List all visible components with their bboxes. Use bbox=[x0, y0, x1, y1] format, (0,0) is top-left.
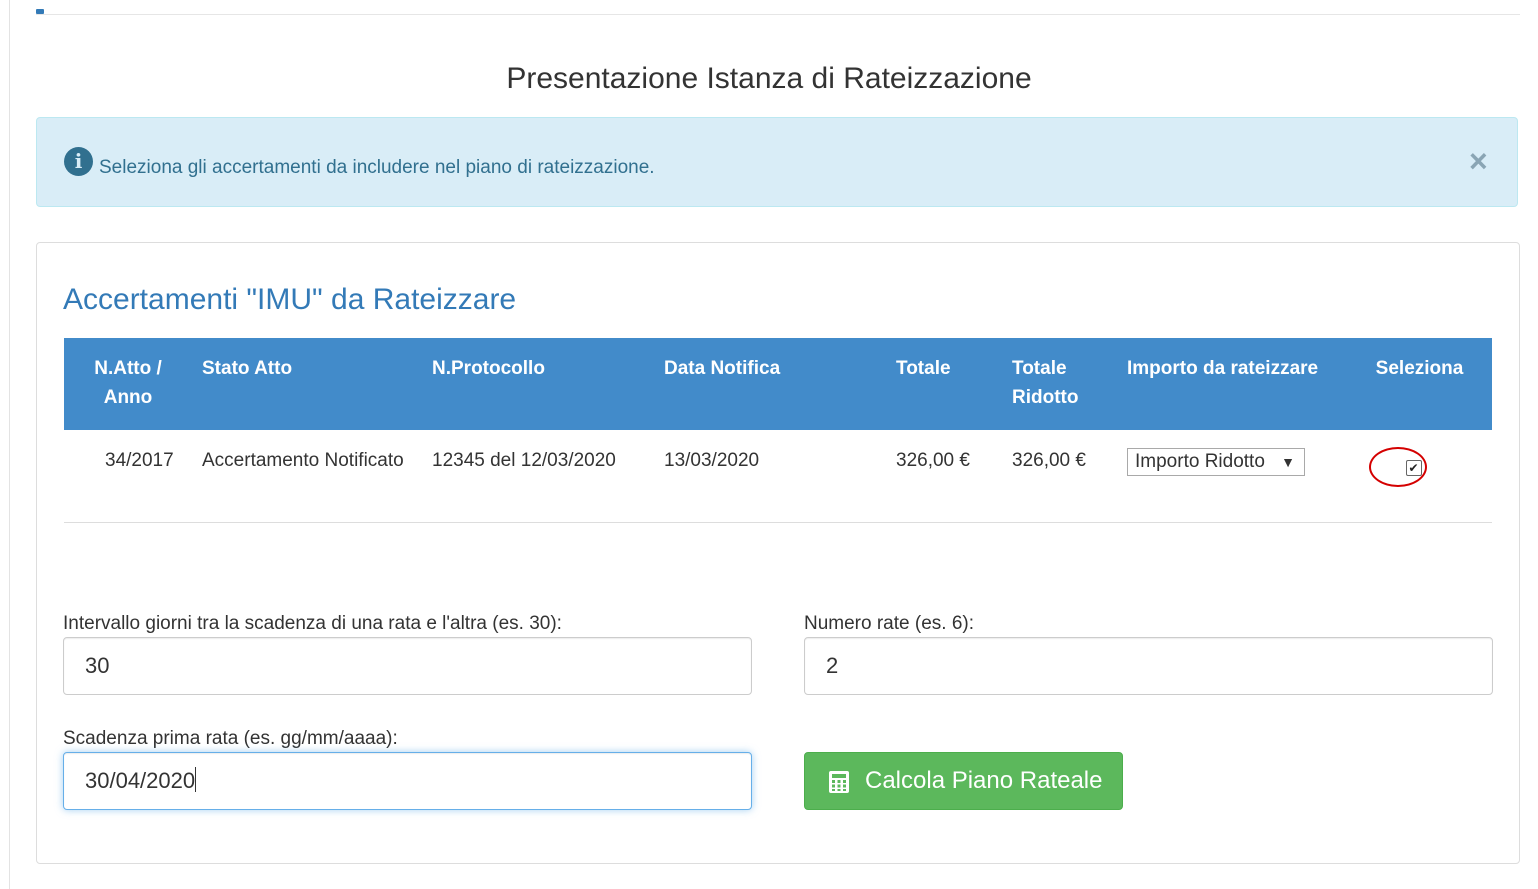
intervallo-input[interactable]: 30 bbox=[63, 637, 752, 695]
column-header-protocollo: N.Protocollo bbox=[422, 338, 654, 430]
chevron-down-icon: ▼ bbox=[1281, 454, 1295, 470]
cell-stato: Accertamento Notificato bbox=[192, 430, 422, 523]
top-panel-edge bbox=[36, 14, 1520, 15]
select-checkbox[interactable]: ✔ bbox=[1405, 460, 1422, 476]
scadenza-label: Scadenza prima rata (es. gg/mm/aaaa): bbox=[63, 728, 398, 749]
scadenza-input[interactable]: 30/04/2020 bbox=[63, 752, 752, 810]
accertamenti-table: N.Atto / Anno Stato Atto N.Protocollo Da… bbox=[64, 338, 1492, 523]
column-header-totale-ridotto: Totale Ridotto bbox=[1002, 338, 1117, 430]
cell-importo: Importo Ridotto ▼ bbox=[1117, 430, 1347, 523]
table-row: 34/2017 Accertamento Notificato 12345 de… bbox=[64, 430, 1492, 523]
column-header-atto: N.Atto / Anno bbox=[64, 338, 192, 430]
column-header-totale: Totale bbox=[886, 338, 1002, 430]
calcola-piano-label: Calcola Piano Rateale bbox=[865, 767, 1103, 794]
accertamenti-panel: Accertamenti "IMU" da Rateizzare N.Atto … bbox=[36, 242, 1520, 864]
numero-rate-input[interactable]: 2 bbox=[804, 637, 1493, 695]
page-left-border bbox=[9, 0, 10, 889]
intervallo-label: Intervallo giorni tra la scadenza di una… bbox=[63, 613, 562, 634]
importo-select[interactable]: Importo Ridotto ▼ bbox=[1127, 448, 1305, 476]
top-accent-mark bbox=[36, 9, 44, 14]
info-alert: i Seleziona gli accertamenti da includer… bbox=[36, 117, 1518, 207]
cell-atto-anno: 34/2017 bbox=[64, 430, 192, 523]
scadenza-value: 30/04/2020 bbox=[85, 768, 196, 793]
text-cursor bbox=[195, 767, 197, 792]
calcola-piano-button[interactable]: Calcola Piano Rateale bbox=[804, 752, 1123, 810]
cell-seleziona: ✔ bbox=[1347, 430, 1492, 523]
table-header-row: N.Atto / Anno Stato Atto N.Protocollo Da… bbox=[64, 338, 1492, 430]
close-alert-button[interactable]: × bbox=[1469, 145, 1488, 177]
panel-title: Accertamenti "IMU" da Rateizzare bbox=[63, 283, 517, 316]
column-header-stato: Stato Atto bbox=[192, 338, 422, 430]
cell-protocollo: 12345 del 12/03/2020 bbox=[422, 430, 654, 523]
page-title: Presentazione Istanza di Rateizzazione bbox=[506, 62, 1032, 95]
cell-data-notifica: 13/03/2020 bbox=[654, 430, 886, 523]
column-header-data-notifica: Data Notifica bbox=[654, 338, 886, 430]
checkmark-icon: ✔ bbox=[1408, 461, 1419, 475]
calculator-icon bbox=[829, 771, 849, 793]
column-header-importo: Importo da rateizzare bbox=[1117, 338, 1347, 430]
column-header-seleziona: Seleziona bbox=[1347, 338, 1492, 430]
cell-totale: 326,00 € bbox=[886, 430, 1002, 523]
importo-select-value: Importo Ridotto bbox=[1135, 451, 1265, 472]
cell-totale-ridotto: 326,00 € bbox=[1002, 430, 1117, 523]
info-icon: i bbox=[64, 147, 93, 176]
alert-message: Seleziona gli accertamenti da includere … bbox=[99, 157, 655, 178]
numero-rate-label: Numero rate (es. 6): bbox=[804, 613, 974, 634]
